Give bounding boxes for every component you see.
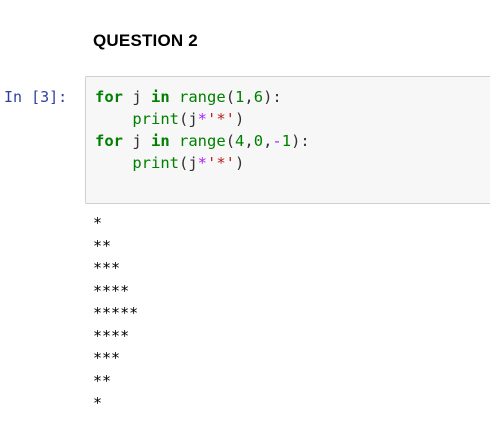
code-token: print [132, 110, 179, 128]
code-token: ): [263, 88, 282, 106]
code-line: print(j*'*') [95, 108, 310, 130]
code-cell-input[interactable]: for j in range(1,6): print(j*'*') for j i… [85, 76, 490, 204]
code-token: in [151, 88, 170, 106]
code-token: in [151, 132, 170, 150]
output-line: ** [93, 236, 112, 255]
code-token: range [179, 132, 226, 150]
code-token: for [95, 132, 123, 150]
code-token: 1 [235, 88, 245, 106]
code-token: ): [291, 132, 310, 150]
code-token: 1 [281, 132, 292, 150]
input-prompt: In [3]: [4, 88, 68, 106]
code-token: print [132, 154, 179, 172]
code-token: '*' [207, 110, 236, 128]
code-token: for [95, 88, 123, 106]
output-line: ** [93, 371, 112, 390]
output-line: * [93, 214, 103, 232]
code-token: , [244, 88, 254, 106]
code-token: j [123, 88, 151, 106]
code-token: j [123, 132, 151, 150]
code-editor[interactable]: for j in range(1,6): print(j*'*') for j i… [95, 86, 310, 174]
output-line: **** [93, 281, 130, 300]
code-token: range [179, 88, 226, 106]
code-token: 4 [235, 132, 245, 150]
output-line: * [93, 394, 103, 412]
code-token: (j [179, 110, 198, 128]
code-token: * [197, 110, 208, 128]
code-token: ) [235, 154, 245, 172]
cell-output: * ** *** **** ***** **** *** ** * [93, 212, 138, 415]
code-token: 6 [253, 88, 264, 106]
code-token: '*' [207, 154, 236, 172]
code-line: for j in range(1,6): [95, 86, 310, 108]
code-token: - [272, 132, 282, 150]
code-token: * [197, 154, 208, 172]
code-line: print(j*'*') [95, 152, 310, 174]
code-token: , [244, 132, 254, 150]
output-line: *** [93, 349, 121, 367]
code-line: for j in range(4,0,-1): [95, 130, 310, 152]
code-token: , [263, 132, 273, 150]
output-line: **** [93, 326, 130, 345]
output-line: ***** [93, 304, 139, 322]
code-token: ( [225, 88, 236, 106]
code-token: ( [225, 132, 236, 150]
markdown-heading[interactable]: QUESTION 2 [93, 31, 198, 51]
code-token: ) [235, 110, 245, 128]
code-token: 0 [253, 132, 264, 150]
output-line: *** [93, 259, 121, 277]
code-token: (j [179, 154, 198, 172]
